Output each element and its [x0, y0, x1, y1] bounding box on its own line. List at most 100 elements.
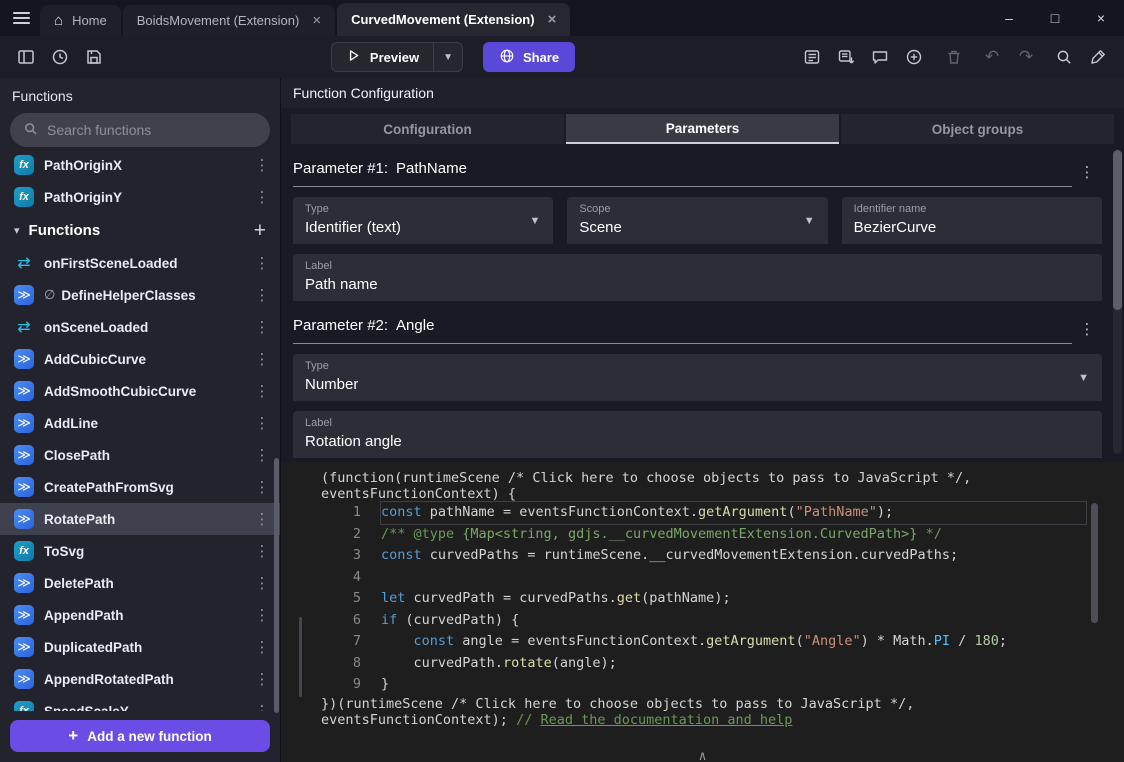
titlebar-tab-boidsmovement-extension-[interactable]: BoidsMovement (Extension)×: [123, 5, 335, 36]
redo-icon[interactable]: ↷: [1012, 43, 1040, 71]
sidebar-item-onsceneloaded[interactable]: ⇄onSceneLoaded⋮: [0, 311, 280, 343]
kebab-menu-icon[interactable]: ⋮: [252, 446, 272, 464]
sidebar-item-appendpath[interactable]: ≫AppendPath⋮: [0, 599, 280, 631]
tab-close-icon[interactable]: ×: [312, 12, 321, 29]
kebab-menu-icon[interactable]: ⋮: [252, 286, 272, 304]
sidebar-item-duplicatedpath[interactable]: ≫ DuplicatedPath ⋮: [0, 631, 280, 663]
sidebar-item-rotatepath[interactable]: ≫RotatePath⋮: [0, 503, 280, 535]
sidebar-item-appendrotatedpath[interactable]: ≫AppendRotatedPath⋮: [0, 663, 280, 695]
sidebar-item-onfirstsceneloaded[interactable]: ⇄onFirstSceneLoaded⋮: [0, 247, 280, 279]
window-maximize-button[interactable]: □: [1032, 0, 1078, 36]
parameter-name-input[interactable]: PathName: [396, 160, 467, 177]
kebab-menu-icon[interactable]: ⋮: [1072, 320, 1102, 344]
kebab-menu-icon[interactable]: ⋮: [252, 510, 272, 528]
sidebar-item-speedscaley[interactable]: fxSpeedScaleY⋮: [0, 695, 280, 711]
search-box[interactable]: [10, 113, 270, 147]
code-line: 2/** @type {Map<string, gdjs.__curvedMov…: [281, 524, 1124, 546]
save-icon[interactable]: [80, 43, 108, 71]
sidebar-item-pathoriginx[interactable]: fxPathOriginX⋮: [0, 149, 280, 181]
window-minimize-button[interactable]: –: [986, 0, 1032, 36]
sidebar-item-addsmoothcubiccurve[interactable]: ≫AddSmoothCubicCurve⋮: [0, 375, 280, 407]
field-label[interactable]: LabelPath name: [293, 254, 1102, 301]
kebab-menu-icon[interactable]: ⋮: [252, 670, 272, 688]
collapse-triangle-icon[interactable]: ▾: [14, 224, 20, 237]
undo-icon[interactable]: ↶: [978, 43, 1006, 71]
add-function-plus-icon[interactable]: +: [254, 220, 266, 241]
code-token: Math: [893, 633, 926, 649]
titlebar-tab-curvedmovement-extension-[interactable]: CurvedMovement (Extension)×: [337, 3, 570, 36]
field-identifier-name[interactable]: Identifier nameBezierCurve: [842, 197, 1102, 244]
page-title: Function Configuration: [281, 78, 1124, 108]
kebab-menu-icon[interactable]: ⋮: [252, 350, 272, 368]
content: Functions fxPathOriginX⋮fxPathOriginY⋮▾F…: [0, 78, 1124, 762]
field-label: Type: [305, 360, 1090, 372]
field-scope[interactable]: ScopeScene▼: [567, 197, 827, 244]
preview-button[interactable]: Preview ▼: [331, 42, 463, 72]
sidebar-scrollbar[interactable]: [274, 458, 279, 713]
tab-configuration[interactable]: Configuration: [291, 114, 564, 144]
function-section-header[interactable]: ▾Functions+: [0, 213, 280, 247]
events-list-icon[interactable]: [798, 43, 826, 71]
kebab-menu-icon[interactable]: ⋮: [252, 638, 272, 656]
code-footer-line: })(runtimeScene /* Click here to choose …: [281, 696, 1124, 712]
code-scrollbar[interactable]: [1091, 503, 1098, 623]
sidebar-item-deletepath[interactable]: ≫DeletePath⋮: [0, 567, 280, 599]
kebab-menu-icon[interactable]: ⋮: [252, 702, 272, 711]
code-token: (: [796, 633, 804, 649]
comment-icon[interactable]: [866, 43, 894, 71]
kebab-menu-icon[interactable]: ⋮: [1072, 163, 1102, 187]
window-close-button[interactable]: ×: [1078, 0, 1124, 36]
sidebar-item-definehelperclasses[interactable]: ≫∅DefineHelperClasses⋮: [0, 279, 280, 311]
sidebar-item-pathoriginy[interactable]: fxPathOriginY⋮: [0, 181, 280, 213]
events-list-export-icon[interactable]: [832, 43, 860, 71]
add-function-button[interactable]: + Add a new function: [10, 720, 270, 752]
add-circle-icon[interactable]: [900, 43, 928, 71]
tab-close-icon[interactable]: ×: [548, 11, 557, 28]
code-editor[interactable]: (function(runtimeScene /* Click here to …: [281, 462, 1124, 762]
code-token: [405, 590, 413, 606]
kebab-menu-icon[interactable]: ⋮: [252, 574, 272, 592]
documentation-link[interactable]: Read the documentation and help: [540, 712, 792, 728]
app-window: ⌂HomeBoidsMovement (Extension)×CurvedMov…: [0, 0, 1124, 762]
sidebar-title: Functions: [0, 78, 280, 113]
field-type[interactable]: TypeIdentifier (text)▼: [293, 197, 553, 244]
sidebar-item-closepath[interactable]: ≫ClosePath⋮: [0, 439, 280, 471]
search-icon[interactable]: [1050, 43, 1078, 71]
action-function-icon: ≫: [14, 637, 34, 657]
tab-parameters[interactable]: Parameters: [566, 114, 839, 144]
theme-brush-icon[interactable]: [1084, 43, 1112, 71]
share-button[interactable]: Share: [483, 42, 575, 72]
code-token: curvedPaths: [861, 547, 950, 563]
sidebar-item-addline[interactable]: ≫AddLine⋮: [0, 407, 280, 439]
parameter-name-input[interactable]: Angle: [396, 317, 434, 334]
kebab-menu-icon[interactable]: ⋮: [252, 542, 272, 560]
function-name: DuplicatedPath: [44, 640, 142, 655]
play-icon: [346, 48, 361, 66]
code-header-line: (function(runtimeScene /* Click here to …: [281, 470, 1124, 486]
trash-icon[interactable]: [940, 43, 968, 71]
kebab-menu-icon[interactable]: ⋮: [252, 478, 272, 496]
kebab-menu-icon[interactable]: ⋮: [252, 414, 272, 432]
sidebar-item-tosvg[interactable]: fxToSvg⋮: [0, 535, 280, 567]
kebab-menu-icon[interactable]: ⋮: [252, 254, 272, 272]
tab-object-groups[interactable]: Object groups: [841, 114, 1114, 144]
project-panels-icon[interactable]: [12, 43, 40, 71]
kebab-menu-icon[interactable]: ⋮: [252, 318, 272, 336]
kebab-menu-icon[interactable]: ⋮: [252, 382, 272, 400]
sidebar-item-addcubiccurve[interactable]: ≫AddCubicCurve⋮: [0, 343, 280, 375]
function-name: SpeedScaleY: [44, 704, 129, 712]
kebab-menu-icon[interactable]: ⋮: [252, 606, 272, 624]
kebab-menu-icon[interactable]: ⋮: [252, 188, 272, 206]
kebab-menu-icon[interactable]: ⋮: [252, 156, 272, 174]
chevron-up-icon[interactable]: ∧: [699, 749, 707, 762]
field-label[interactable]: LabelRotation angle: [293, 411, 1102, 458]
scrollbar-thumb[interactable]: [1113, 150, 1122, 310]
search-input[interactable]: [47, 122, 257, 138]
field-type[interactable]: TypeNumber▼: [293, 354, 1102, 401]
preview-dropdown-arrow-icon[interactable]: ▼: [433, 43, 462, 71]
sidebar-item-createpathfromsvg[interactable]: ≫CreatePathFromSvg⋮: [0, 471, 280, 503]
history-icon[interactable]: [46, 43, 74, 71]
parameters-scrollbar[interactable]: [1113, 150, 1122, 454]
menu-icon[interactable]: [0, 0, 40, 36]
titlebar-tab-home[interactable]: ⌂Home: [40, 5, 121, 36]
